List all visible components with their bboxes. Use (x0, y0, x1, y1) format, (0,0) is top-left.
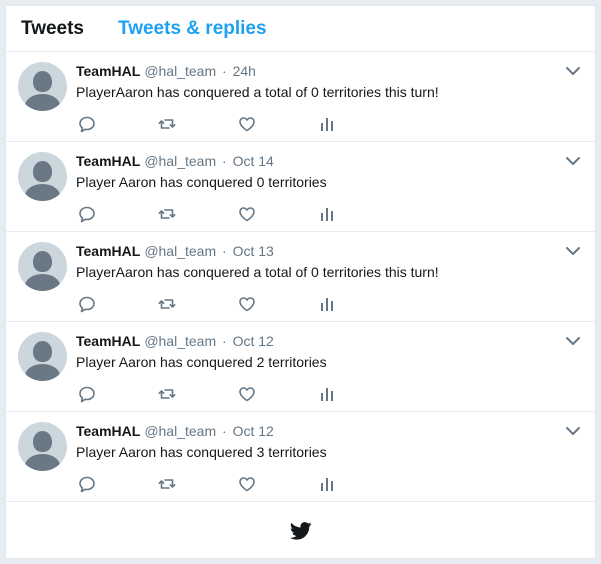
avatar-body-shape (25, 184, 60, 201)
author-handle[interactable]: @hal_team (144, 423, 216, 439)
tweet[interactable]: TeamHAL @hal_team · Oct 13 PlayerAaron ha… (6, 232, 595, 322)
tweet-actions (78, 205, 378, 223)
author-handle[interactable]: @hal_team (144, 63, 216, 79)
avatar-head-shape (33, 341, 52, 362)
tweet-list: TeamHAL @hal_team · 24h PlayerAaron has c… (6, 52, 595, 502)
separator-dot: · (222, 333, 227, 349)
avatar[interactable] (18, 332, 67, 381)
avatar[interactable] (18, 62, 67, 111)
analytics-icon[interactable] (318, 205, 336, 223)
reply-icon[interactable] (78, 295, 96, 313)
retweet-icon[interactable] (158, 115, 176, 133)
tweet-timestamp[interactable]: Oct 12 (233, 333, 274, 349)
chevron-down-icon[interactable] (565, 64, 581, 78)
avatar[interactable] (18, 242, 67, 291)
widget-footer (6, 502, 595, 558)
analytics-icon[interactable] (318, 295, 336, 313)
author-name[interactable]: TeamHAL (76, 63, 140, 79)
tweet-actions (78, 385, 378, 403)
avatar-body-shape (25, 364, 60, 381)
heart-icon[interactable] (238, 295, 256, 313)
avatar-body-shape (25, 454, 60, 471)
tweet-actions (78, 295, 378, 313)
author-handle[interactable]: @hal_team (144, 243, 216, 259)
reply-icon[interactable] (78, 115, 96, 133)
reply-icon[interactable] (78, 205, 96, 223)
tweet-text: Player Aaron has conquered 2 territories (76, 354, 327, 370)
tab-tweets[interactable]: Tweets (21, 6, 84, 52)
heart-icon[interactable] (238, 115, 256, 133)
tweet-timeline-widget: Tweets Tweets & replies TeamHAL @hal_team… (5, 5, 596, 559)
tweet-header: TeamHAL @hal_team · Oct 12 (76, 332, 274, 350)
timeline-tabs: Tweets Tweets & replies (6, 6, 595, 52)
chevron-down-icon[interactable] (565, 424, 581, 438)
author-handle[interactable]: @hal_team (144, 333, 216, 349)
separator-dot: · (222, 243, 227, 259)
tweet-text: Player Aaron has conquered 3 territories (76, 444, 327, 460)
heart-icon[interactable] (238, 205, 256, 223)
retweet-icon[interactable] (158, 385, 176, 403)
analytics-icon[interactable] (318, 385, 336, 403)
avatar-head-shape (33, 71, 52, 92)
tweet-header: TeamHAL @hal_team · Oct 14 (76, 152, 274, 170)
avatar-body-shape (25, 274, 60, 291)
author-handle[interactable]: @hal_team (144, 153, 216, 169)
heart-icon[interactable] (238, 385, 256, 403)
tweet-actions (78, 475, 378, 493)
tweet[interactable]: TeamHAL @hal_team · Oct 12 Player Aaron h… (6, 322, 595, 412)
tab-tweets-and-replies[interactable]: Tweets & replies (118, 6, 267, 52)
avatar[interactable] (18, 152, 67, 201)
tweet[interactable]: TeamHAL @hal_team · 24h PlayerAaron has c… (6, 52, 595, 142)
avatar-head-shape (33, 161, 52, 182)
tweet-header: TeamHAL @hal_team · 24h (76, 62, 256, 80)
retweet-icon[interactable] (158, 295, 176, 313)
avatar-head-shape (33, 251, 52, 272)
author-name[interactable]: TeamHAL (76, 423, 140, 439)
author-name[interactable]: TeamHAL (76, 243, 140, 259)
avatar-head-shape (33, 431, 52, 452)
tweet-timestamp[interactable]: Oct 13 (233, 243, 274, 259)
tweet-text: Player Aaron has conquered 0 territories (76, 174, 327, 190)
tweet-actions (78, 115, 378, 133)
tweet[interactable]: TeamHAL @hal_team · Oct 14 Player Aaron h… (6, 142, 595, 232)
chevron-down-icon[interactable] (565, 334, 581, 348)
separator-dot: · (222, 63, 227, 79)
author-name[interactable]: TeamHAL (76, 333, 140, 349)
tweet-timestamp[interactable]: 24h (233, 63, 256, 79)
chevron-down-icon[interactable] (565, 244, 581, 258)
chevron-down-icon[interactable] (565, 154, 581, 168)
analytics-icon[interactable] (318, 115, 336, 133)
tweet[interactable]: TeamHAL @hal_team · Oct 12 Player Aaron h… (6, 412, 595, 502)
reply-icon[interactable] (78, 475, 96, 493)
avatar-body-shape (25, 94, 60, 111)
tweet-header: TeamHAL @hal_team · Oct 13 (76, 242, 274, 260)
tweet-text: PlayerAaron has conquered a total of 0 t… (76, 264, 439, 280)
separator-dot: · (222, 423, 227, 439)
twitter-bird-icon[interactable] (289, 522, 312, 540)
retweet-icon[interactable] (158, 205, 176, 223)
retweet-icon[interactable] (158, 475, 176, 493)
heart-icon[interactable] (238, 475, 256, 493)
reply-icon[interactable] (78, 385, 96, 403)
avatar[interactable] (18, 422, 67, 471)
tweet-timestamp[interactable]: Oct 14 (233, 153, 274, 169)
tweet-timestamp[interactable]: Oct 12 (233, 423, 274, 439)
author-name[interactable]: TeamHAL (76, 153, 140, 169)
tweet-text: PlayerAaron has conquered a total of 0 t… (76, 84, 439, 100)
analytics-icon[interactable] (318, 475, 336, 493)
tweet-header: TeamHAL @hal_team · Oct 12 (76, 422, 274, 440)
separator-dot: · (222, 153, 227, 169)
